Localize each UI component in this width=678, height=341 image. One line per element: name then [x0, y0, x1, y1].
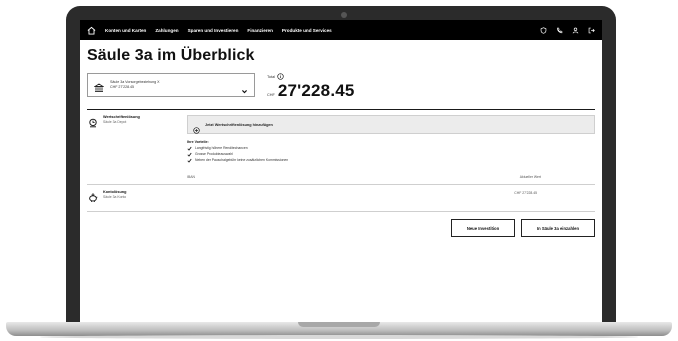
account-dropdown[interactable]: Säule 3a Vorsorgebeziehung X CHF 27'228.… [87, 73, 255, 97]
column-header-iban: IBAN [187, 175, 195, 179]
page-title: Säule 3a im Überblick [87, 47, 255, 64]
account-dropdown-text: Säule 3a Vorsorgebeziehung X CHF 27'228.… [110, 80, 241, 90]
shield-icon[interactable] [539, 26, 547, 34]
portfolio-icon [88, 115, 98, 128]
user-icon[interactable] [571, 26, 579, 34]
top-navigation: Konten und Karten Zahlungen Sparen und I… [80, 20, 602, 40]
portfolio-label-text: Wertschriftenlösung Säule 3a Depot [103, 115, 140, 125]
account-row-label: Kontolösung Säule 3a Konto [87, 190, 397, 202]
home-icon[interactable] [87, 26, 97, 35]
action-buttons: Neue Investition In Säule 3a einzahlen [87, 219, 595, 237]
nav-item-financing[interactable]: Finanzieren [247, 28, 273, 33]
app-screen: Konten und Karten Zahlungen Sparen und I… [80, 20, 602, 323]
portfolio-label: Wertschriftenlösung Säule 3a Depot [87, 115, 187, 163]
total-block: Total CHF 27'228.45 [267, 73, 355, 101]
benefits-list: Ihre Vorteile: Langfristig höhere Rendit… [187, 139, 595, 163]
benefit-item: Neben der Pauschalgebühr keine zusätzlic… [187, 157, 595, 163]
laptop-mockup: Konten und Karten Zahlungen Sparen und I… [0, 0, 678, 341]
main-content: Säule 3a im Überblick Säule 3a Vorsorgeb… [80, 40, 602, 237]
column-header-value: Aktueller Wert [519, 175, 541, 179]
nav-item-products-services[interactable]: Produkte und Services [282, 28, 332, 33]
phone-icon[interactable] [555, 26, 563, 34]
laptop-base-notch [298, 322, 380, 327]
account-balance: CHF 27'228.45 [110, 85, 135, 89]
benefit-text: Neben der Pauschalgebühr keine zusätzlic… [195, 158, 289, 162]
account-table-header: IBAN Aktueller Wert [87, 170, 595, 184]
total-value: 27'228.45 [277, 81, 355, 100]
chevron-down-icon [241, 82, 248, 93]
total-currency: CHF [267, 93, 275, 97]
new-investment-button[interactable]: Neue Investition [451, 219, 515, 237]
table-row[interactable]: Kontolösung Säule 3a Konto CHF 27'228.45 [87, 185, 595, 211]
logout-icon[interactable] [587, 26, 595, 34]
nav-item-payments[interactable]: Zahlungen [155, 28, 178, 33]
piggy-bank-icon [88, 190, 98, 202]
deposit-button[interactable]: In Säule 3a einzahlen [521, 219, 595, 237]
selector-row: Säule 3a Vorsorgebeziehung X CHF 27'228.… [87, 73, 595, 101]
total-amount: CHF 27'228.45 [267, 81, 355, 101]
account-subtitle: Säule 3a Konto [103, 195, 127, 199]
account-value: CHF 27'228.45 [514, 191, 537, 195]
info-icon[interactable] [277, 73, 284, 80]
plus-circle-icon [193, 121, 200, 134]
check-icon [187, 146, 192, 151]
check-icon [187, 152, 192, 157]
add-portfolio-label: Jetzt Wertschriftenlösung hinzufügen [205, 122, 273, 127]
add-portfolio-button[interactable]: Jetzt Wertschriftenlösung hinzufügen [187, 115, 595, 134]
laptop-shadow [40, 335, 638, 339]
portfolio-details: Jetzt Wertschriftenlösung hinzufügen Ihr… [187, 115, 595, 163]
row-divider [87, 211, 595, 212]
portfolio-subtitle: Säule 3a Depot [103, 120, 127, 124]
nav-item-accounts-cards[interactable]: Konten und Karten [105, 28, 146, 33]
camera-dot [341, 12, 347, 18]
total-label-row: Total [267, 73, 355, 80]
bank-icon [93, 80, 105, 93]
nav-item-save-invest[interactable]: Sparen und Investieren [188, 28, 239, 33]
total-label: Total [267, 74, 276, 79]
check-icon [187, 158, 192, 163]
portfolio-section: Wertschriftenlösung Säule 3a Depot Jetzt… [87, 110, 595, 163]
account-row-text: Kontolösung Säule 3a Konto [103, 190, 126, 200]
